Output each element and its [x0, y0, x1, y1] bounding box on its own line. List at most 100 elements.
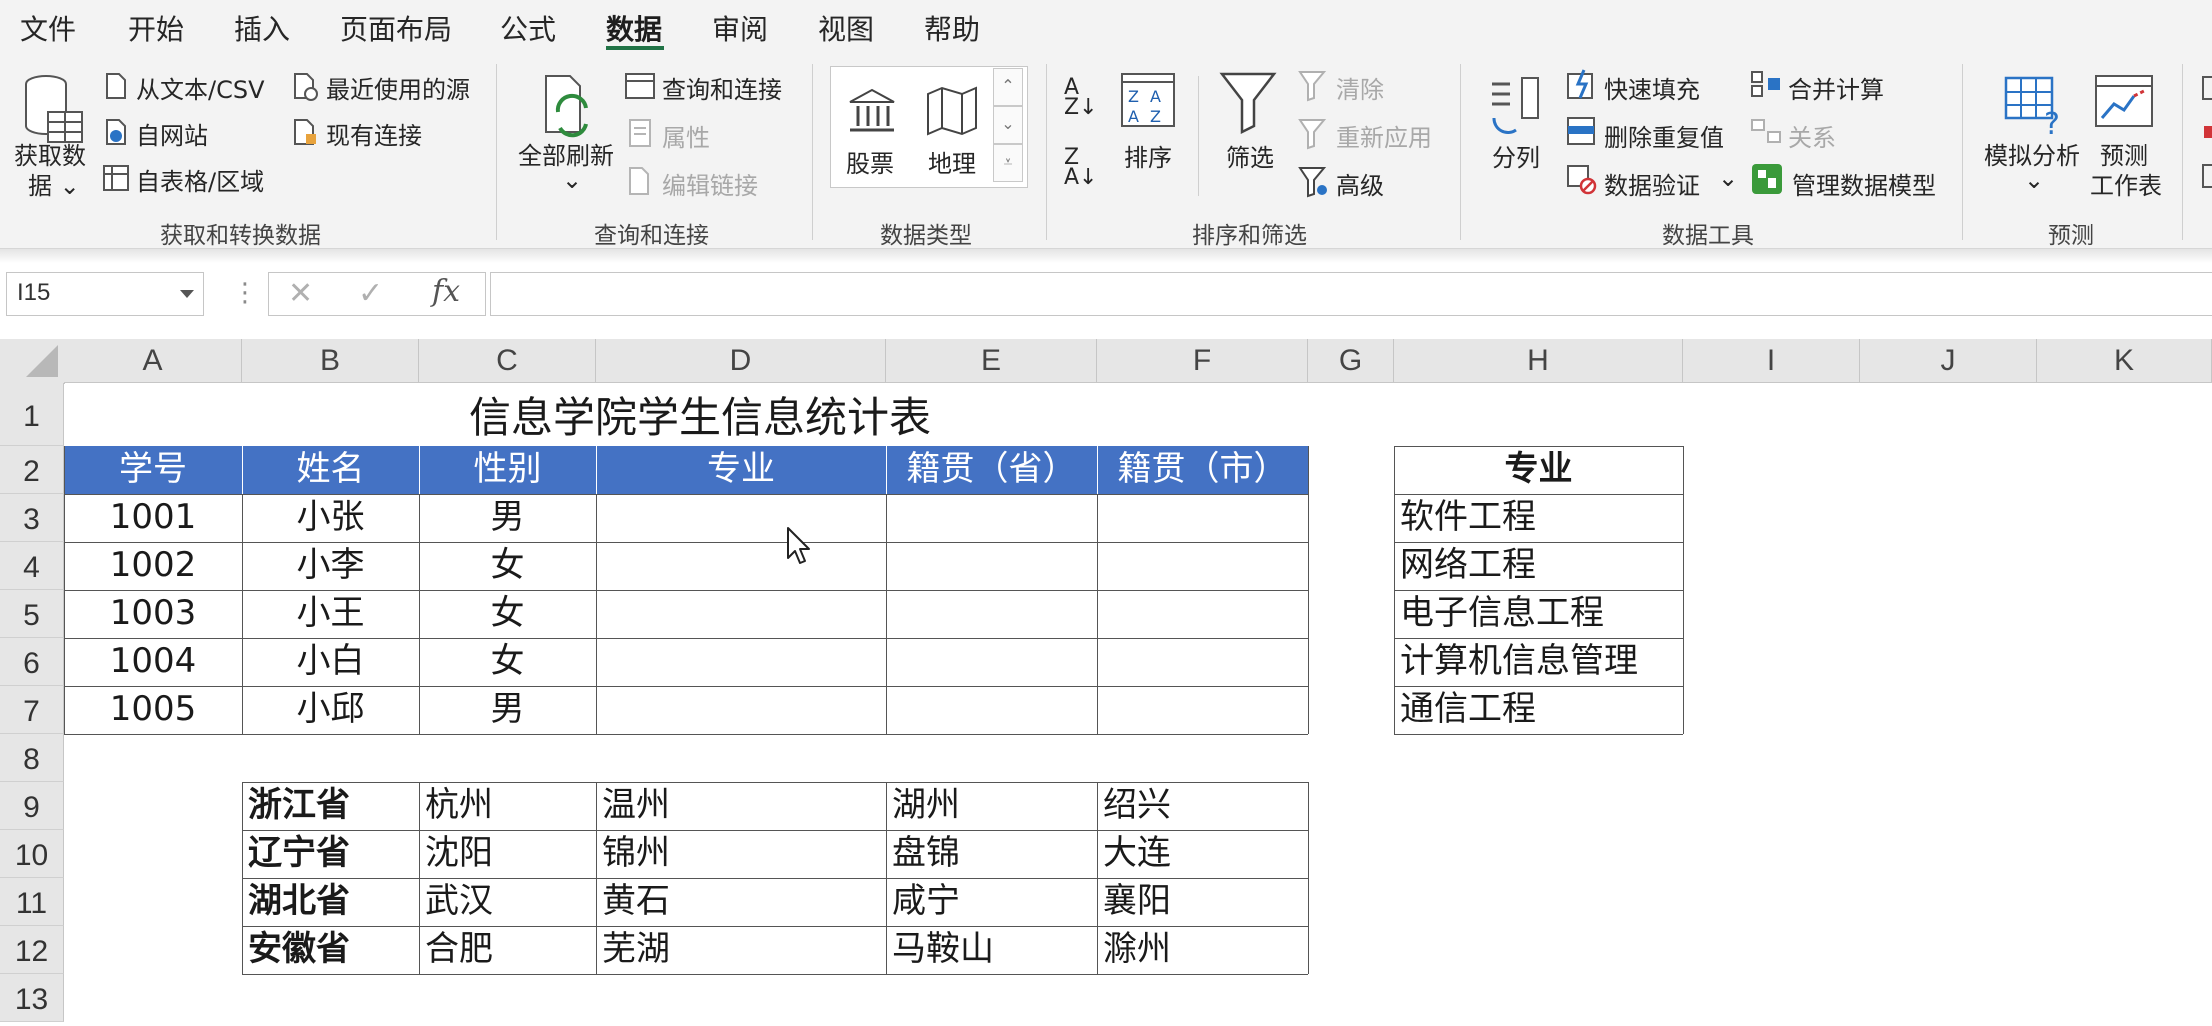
city-cell[interactable]: 芜湖 [596, 926, 886, 974]
column-header-h[interactable]: H [1394, 339, 1683, 383]
name-box-dropdown-icon[interactable] [179, 289, 195, 299]
from-table-button[interactable]: 自表格/区域 [136, 162, 264, 197]
city-cell[interactable]: 杭州 [419, 782, 596, 830]
menu-insert[interactable]: 插入 [234, 8, 290, 48]
column-header-g[interactable]: G [1308, 339, 1394, 383]
refresh-all-icon[interactable] [540, 72, 600, 144]
table-cell[interactable] [596, 686, 886, 734]
sort-icon[interactable]: Z A A Z [1120, 72, 1176, 128]
row-header-12[interactable]: 12 [0, 926, 64, 974]
clear-button[interactable]: 清除 [1336, 70, 1384, 105]
province-cell[interactable]: 辽宁省 [242, 830, 419, 878]
manage-data-model-button[interactable]: 管理数据模型 [1792, 166, 1936, 201]
major-item[interactable]: 通信工程 [1394, 686, 1683, 734]
table-cell[interactable] [1097, 542, 1308, 590]
text-to-columns-icon[interactable] [1484, 74, 1544, 138]
header-cell[interactable]: 专业 [596, 446, 886, 494]
row-header-13[interactable]: 13 [0, 974, 64, 1022]
menu-help[interactable]: 帮助 [924, 8, 980, 48]
get-data-icon[interactable] [22, 72, 84, 146]
city-cell[interactable]: 绍兴 [1097, 782, 1308, 830]
consolidate-button[interactable]: 合并计算 [1788, 70, 1884, 105]
sort-descending-icon[interactable]: Z A↓ [1064, 147, 1097, 189]
table-cell[interactable] [886, 638, 1097, 686]
city-cell[interactable]: 合肥 [419, 926, 596, 974]
enter-icon[interactable]: ✓ [358, 276, 383, 311]
relationships-button[interactable]: 关系 [1788, 118, 1836, 153]
city-cell[interactable]: 盘锦 [886, 830, 1097, 878]
sort-label[interactable]: 排序 [1124, 138, 1172, 173]
table-cell[interactable] [596, 638, 886, 686]
what-if-dropdown-icon[interactable]: ⌄ [2024, 166, 2044, 194]
data-validation-button[interactable]: 数据验证 [1604, 166, 1700, 201]
row-header-10[interactable]: 10 [0, 830, 64, 878]
table-cell[interactable] [886, 494, 1097, 542]
existing-connections-button[interactable]: 现有连接 [326, 116, 422, 151]
from-text-csv-button[interactable]: 从文本/CSV [136, 70, 265, 105]
formula-input[interactable] [490, 272, 2212, 316]
column-header-d[interactable]: D [596, 339, 886, 383]
major-item[interactable]: 网络工程 [1394, 542, 1683, 590]
menu-page-layout[interactable]: 页面布局 [340, 8, 452, 48]
city-cell[interactable]: 滁州 [1097, 926, 1308, 974]
row-header-7[interactable]: 7 [0, 686, 64, 734]
table-cell[interactable]: 小李 [242, 542, 419, 590]
sheet-title[interactable]: 信息学院学生信息统计表 [420, 390, 980, 446]
city-cell[interactable]: 大连 [1097, 830, 1308, 878]
table-cell[interactable] [886, 590, 1097, 638]
select-all-corner[interactable] [0, 339, 65, 384]
advanced-button[interactable]: 高级 [1336, 166, 1384, 201]
column-header-i[interactable]: I [1683, 339, 1860, 383]
gallery-more-icon[interactable]: ⩡ [993, 144, 1023, 182]
column-header-j[interactable]: J [1860, 339, 2037, 383]
table-cell[interactable]: 女 [419, 638, 596, 686]
name-box[interactable]: I15 [6, 272, 204, 316]
header-cell[interactable]: 姓名 [242, 446, 419, 494]
edit-links-button[interactable]: 编辑链接 [662, 166, 758, 201]
filter-icon[interactable] [1218, 70, 1278, 134]
geography-icon[interactable] [924, 86, 980, 136]
column-header-a[interactable]: A [64, 339, 242, 383]
insert-function-icon[interactable]: fx [432, 274, 460, 309]
table-cell[interactable] [1097, 590, 1308, 638]
table-cell[interactable]: 女 [419, 590, 596, 638]
table-cell[interactable]: 女 [419, 542, 596, 590]
outline-icon-3[interactable] [2202, 164, 2212, 188]
properties-button[interactable]: 属性 [662, 118, 710, 153]
column-header-b[interactable]: B [242, 339, 419, 383]
text-to-columns-label[interactable]: 分列 [1492, 138, 1540, 173]
table-cell[interactable] [596, 542, 886, 590]
data-validation-dropdown-icon[interactable]: ⌄ [1718, 164, 1738, 192]
row-header-1[interactable]: 1 [0, 383, 64, 446]
row-header-4[interactable]: 4 [0, 542, 64, 590]
city-cell[interactable]: 咸宁 [886, 878, 1097, 926]
table-cell[interactable] [1097, 638, 1308, 686]
major-item[interactable]: 计算机信息管理 [1394, 638, 1683, 686]
table-cell[interactable]: 1002 [64, 542, 242, 590]
row-header-8[interactable]: 8 [0, 734, 64, 782]
gallery-down-icon[interactable]: ⌄ [993, 106, 1023, 144]
table-cell[interactable]: 小张 [242, 494, 419, 542]
column-header-k[interactable]: K [2037, 339, 2212, 383]
city-cell[interactable]: 温州 [596, 782, 886, 830]
table-cell[interactable] [596, 494, 886, 542]
geography-label[interactable]: 地理 [928, 144, 976, 179]
major-header[interactable]: 专业 [1394, 446, 1683, 494]
header-cell[interactable]: 籍贯（省） [886, 446, 1097, 494]
stocks-label[interactable]: 股票 [846, 144, 894, 179]
from-web-button[interactable]: 自网站 [136, 116, 208, 151]
menu-home[interactable]: 开始 [128, 8, 184, 48]
city-cell[interactable]: 襄阳 [1097, 878, 1308, 926]
city-cell[interactable]: 黄石 [596, 878, 886, 926]
what-if-analysis-icon[interactable]: ? [2004, 74, 2066, 136]
cancel-icon[interactable]: ✕ [288, 276, 313, 311]
table-cell[interactable]: 小邱 [242, 686, 419, 734]
province-cell[interactable]: 浙江省 [242, 782, 419, 830]
table-cell[interactable] [1097, 494, 1308, 542]
major-item[interactable]: 软件工程 [1394, 494, 1683, 542]
refresh-all-dropdown[interactable]: ⌄ [562, 166, 582, 194]
stocks-icon[interactable] [846, 86, 898, 136]
table-cell[interactable]: 男 [419, 494, 596, 542]
table-cell[interactable]: 1005 [64, 686, 242, 734]
forecast-sheet-icon[interactable] [2094, 74, 2154, 130]
